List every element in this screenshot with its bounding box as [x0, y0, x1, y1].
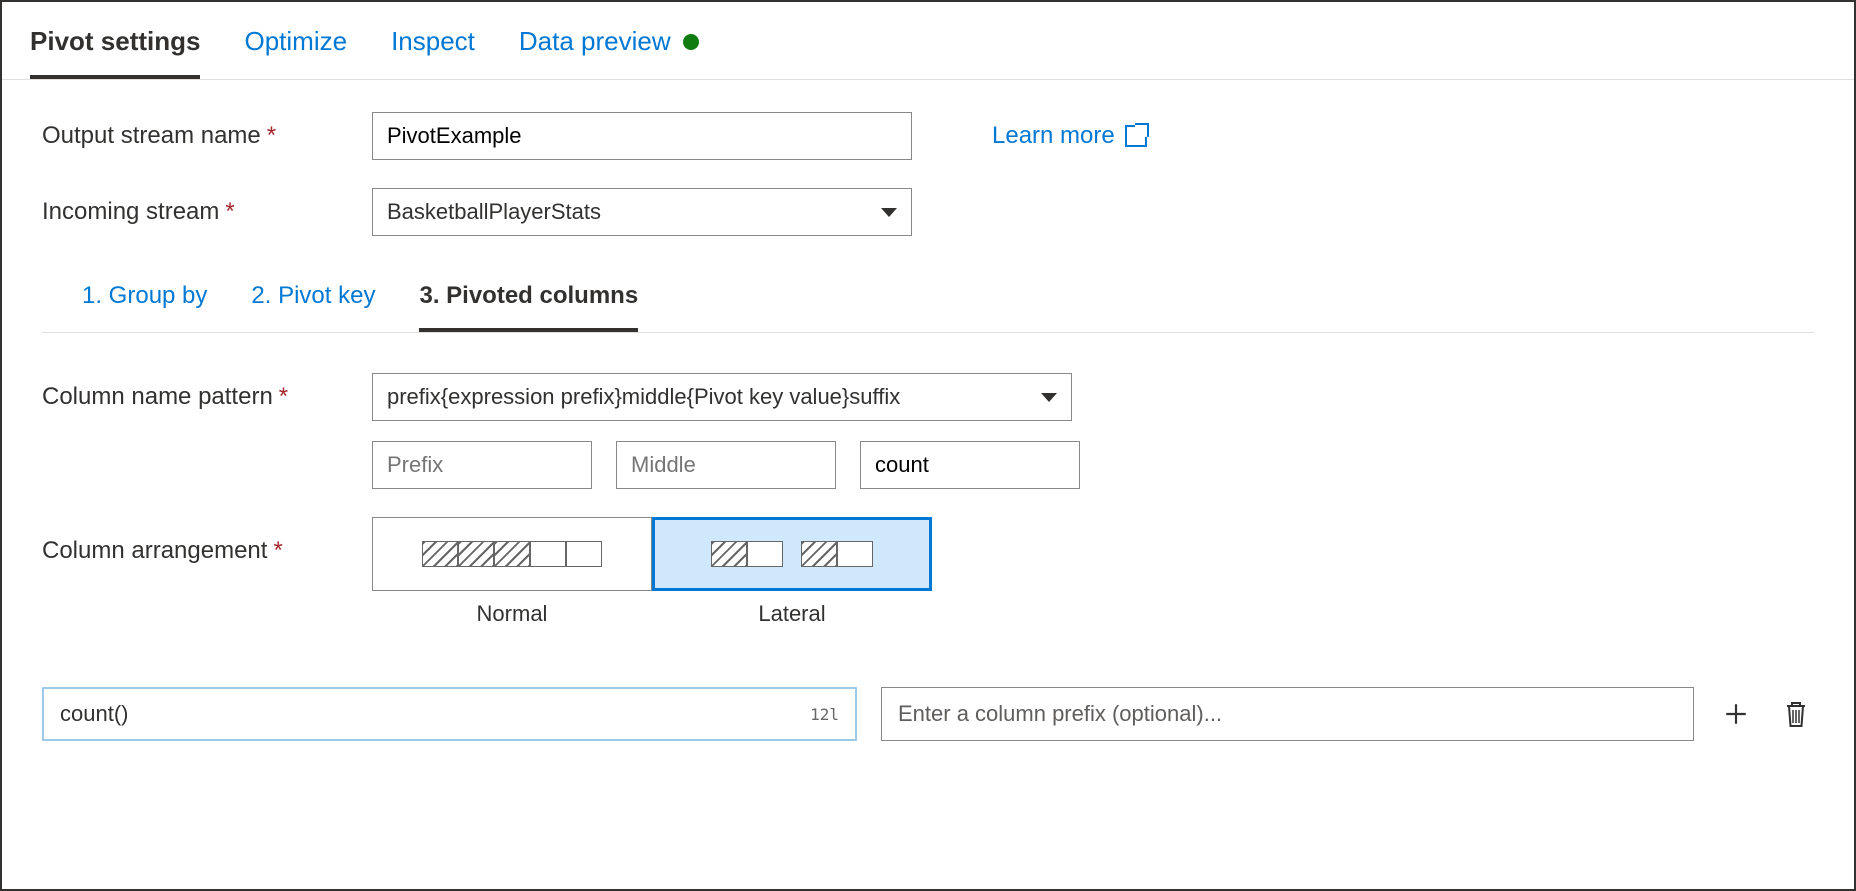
arrangement-option-normal: Normal [372, 517, 652, 627]
add-button[interactable] [1718, 696, 1754, 732]
suffix-input[interactable] [860, 441, 1080, 489]
cell-icon [458, 541, 494, 567]
cell-icon [494, 541, 530, 567]
learn-more-link[interactable]: Learn more [992, 122, 1147, 150]
required-asterisk: * [225, 198, 234, 225]
cell-icon [422, 541, 458, 567]
arrangement-lateral-label: Lateral [652, 601, 932, 627]
learn-more-text: Learn more [992, 122, 1115, 150]
content-area: Output stream name* Learn more Incoming … [2, 80, 1854, 627]
sub-tab-group-by[interactable]: 1. Group by [82, 282, 207, 332]
column-name-pattern-dropdown[interactable]: prefix{expression prefix}middle{Pivot ke… [372, 373, 1072, 421]
tab-data-preview[interactable]: Data preview [519, 26, 699, 79]
output-stream-input[interactable] [372, 112, 912, 160]
tab-label: Data preview [519, 26, 671, 57]
tab-label: Pivot settings [30, 26, 200, 57]
sub-tab-bar: 1. Group by 2. Pivot key 3. Pivoted colu… [42, 264, 1814, 333]
tab-pivot-settings[interactable]: Pivot settings [30, 26, 200, 79]
column-name-pattern-label: Column name pattern* [42, 373, 372, 411]
column-prefix-input[interactable]: Enter a column prefix (optional)... [881, 687, 1694, 741]
expression-value: count() [60, 701, 128, 727]
arrangement-options: Normal Lateral [372, 517, 932, 627]
cell-icon [530, 541, 566, 567]
chevron-down-icon [1041, 393, 1057, 402]
arrangement-normal-label: Normal [372, 601, 652, 627]
tab-label: Inspect [391, 26, 475, 57]
tab-label: Optimize [244, 26, 347, 57]
tab-inspect[interactable]: Inspect [391, 26, 475, 79]
status-dot-icon [683, 34, 699, 50]
middle-input[interactable] [616, 441, 836, 489]
placeholder-text: Enter a column prefix (optional)... [898, 701, 1222, 727]
incoming-stream-label: Incoming stream* [42, 198, 372, 226]
pattern-input-row [372, 441, 1080, 489]
chevron-down-icon [881, 208, 897, 217]
required-asterisk: * [273, 537, 282, 564]
output-stream-label: Output stream name* [42, 122, 372, 150]
plus-icon [1723, 701, 1749, 727]
arrangement-option-lateral: Lateral [652, 517, 932, 627]
sub-tab-pivot-key[interactable]: 2. Pivot key [251, 282, 375, 332]
code-hint-icon: 12l [810, 705, 839, 724]
expression-input[interactable]: count() 12l [42, 687, 857, 741]
cell-icon [747, 541, 783, 567]
delete-button[interactable] [1778, 696, 1814, 732]
row-output-stream: Output stream name* Learn more [42, 112, 1814, 160]
external-link-icon [1125, 125, 1147, 147]
column-arrangement-label: Column arrangement* [42, 517, 372, 565]
cell-icon [801, 541, 837, 567]
expression-row: count() 12l Enter a column prefix (optio… [2, 687, 1854, 741]
pattern-controls: prefix{expression prefix}middle{Pivot ke… [372, 373, 1080, 489]
normal-arrangement-icon [422, 541, 602, 567]
trash-icon [1784, 700, 1808, 728]
required-asterisk: * [279, 383, 288, 410]
row-incoming-stream: Incoming stream* BasketballPlayerStats [42, 188, 1814, 236]
label-text: Column arrangement [42, 537, 267, 564]
cell-icon [711, 541, 747, 567]
tab-optimize[interactable]: Optimize [244, 26, 347, 79]
top-tab-bar: Pivot settings Optimize Inspect Data pre… [2, 2, 1854, 80]
cell-icon [837, 541, 873, 567]
sub-tab-pivoted-columns[interactable]: 3. Pivoted columns [419, 282, 638, 332]
row-column-arrangement: Column arrangement* Normal [42, 517, 1814, 627]
arrangement-normal-button[interactable] [372, 517, 652, 591]
incoming-stream-dropdown[interactable]: BasketballPlayerStats [372, 188, 912, 236]
required-asterisk: * [267, 122, 276, 149]
label-text: Output stream name [42, 122, 261, 149]
arrangement-lateral-button[interactable] [652, 517, 932, 591]
lateral-arrangement-icon [711, 541, 873, 567]
row-column-name-pattern: Column name pattern* prefix{expression p… [42, 373, 1814, 489]
dropdown-value: BasketballPlayerStats [387, 199, 601, 225]
gap-icon [783, 541, 801, 567]
dropdown-value: prefix{expression prefix}middle{Pivot ke… [387, 384, 900, 410]
prefix-input[interactable] [372, 441, 592, 489]
cell-icon [566, 541, 602, 567]
pivot-settings-panel: Pivot settings Optimize Inspect Data pre… [0, 0, 1856, 891]
label-text: Column name pattern [42, 383, 273, 410]
label-text: Incoming stream [42, 198, 219, 225]
